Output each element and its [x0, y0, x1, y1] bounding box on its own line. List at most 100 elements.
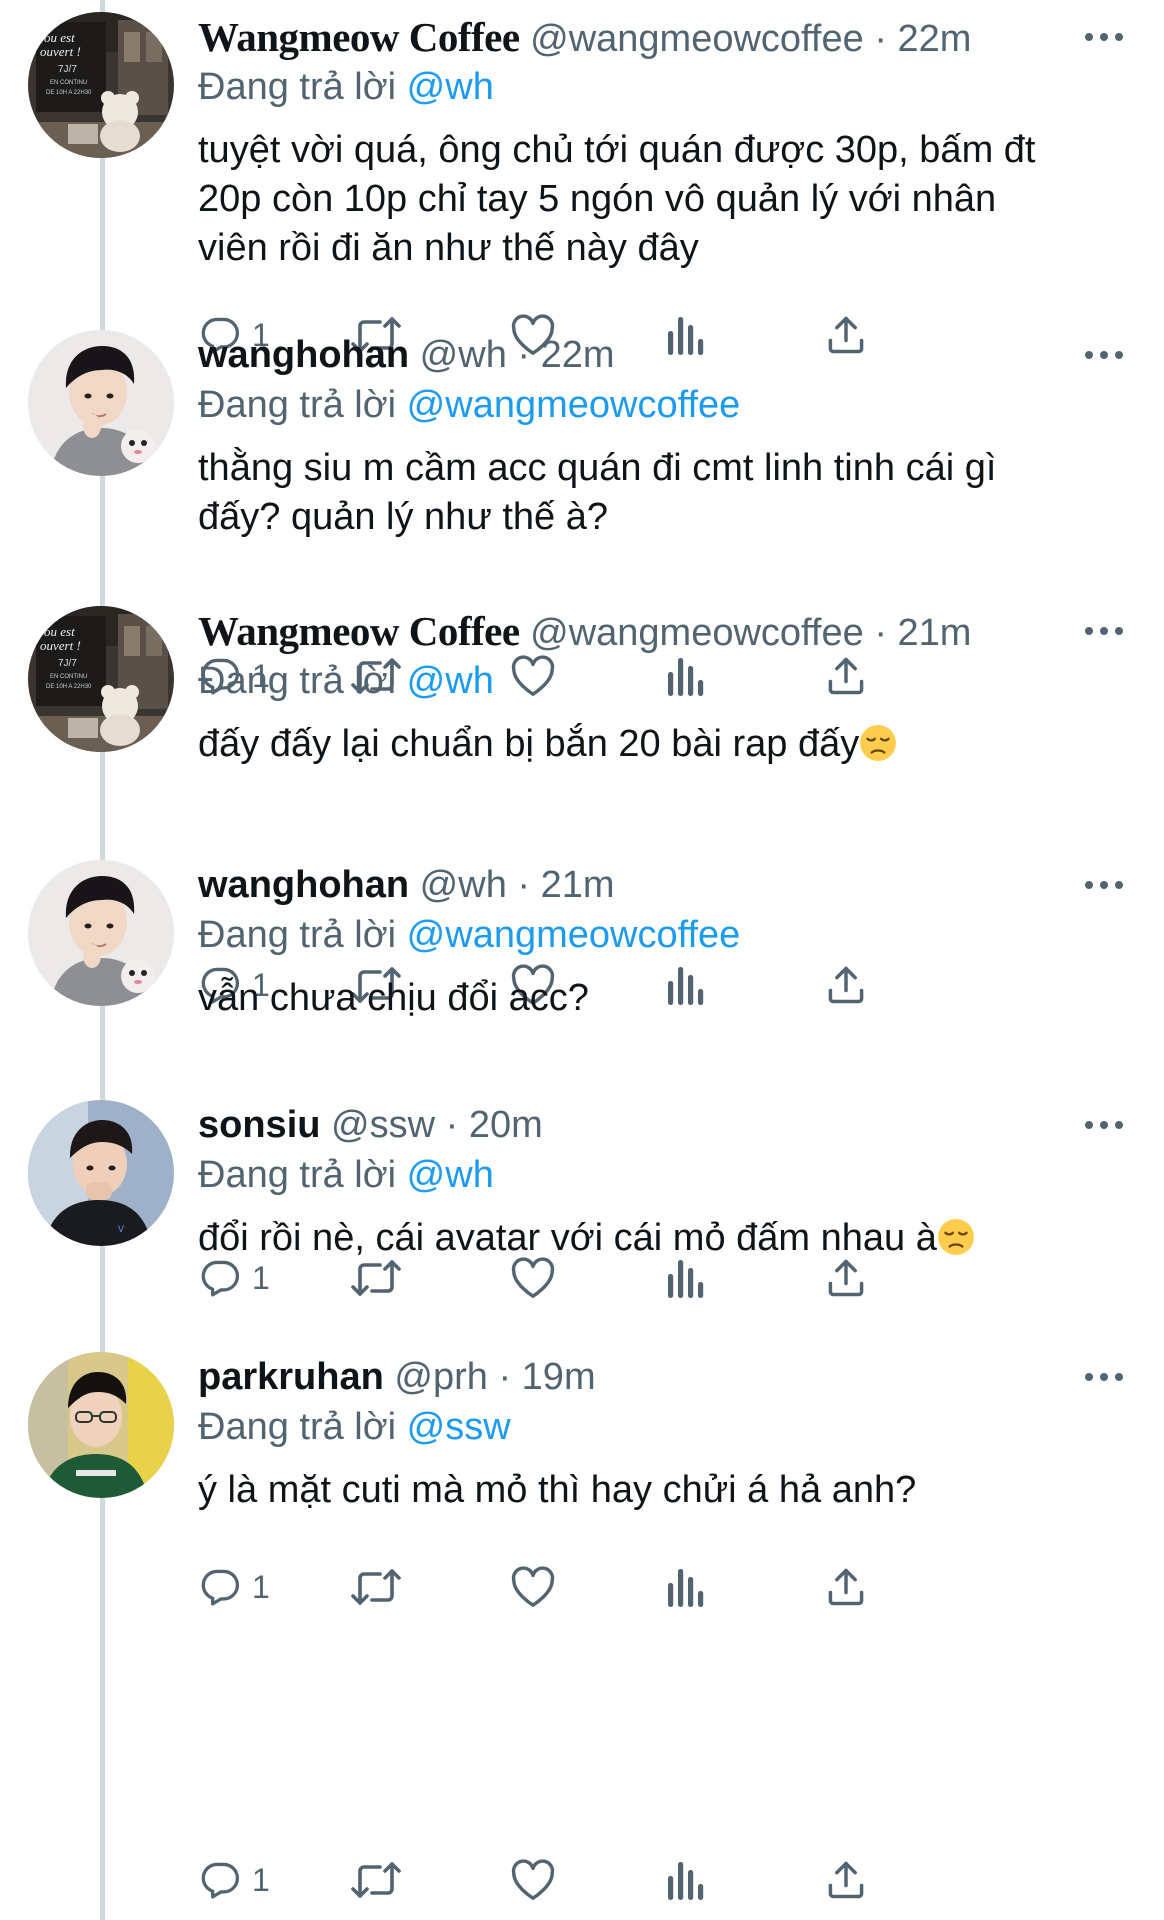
replying-to: Đang trả lời @wangmeowcoffee [198, 910, 1134, 960]
replying-to-label: Đang trả lời [198, 660, 397, 702]
tweet-content: wanghohan @wh · 21m Đang trả lời @wangmeo… [198, 860, 1134, 1023]
tweet-actions: 1 [198, 1850, 1078, 1910]
analytics-icon [666, 1565, 706, 1609]
author-name[interactable]: Wangmeow Coffee [198, 14, 520, 60]
tweet-content: parkruhan @prh · 19m Đang trả lời @ssw ý l… [198, 1352, 1134, 1515]
svg-text:7J/7: 7J/7 [58, 658, 77, 669]
coffee-shop-avatar[interactable]: ou est ouvert ! 7J/7 EN CONTINU DE 10H A 22H… [28, 606, 174, 752]
author-name[interactable]: Wangmeow Coffee [198, 608, 520, 654]
reply-count: 1 [252, 1568, 270, 1605]
replying-to-label: Đang trả lời [198, 1406, 397, 1448]
tweet-header: wanghohan @wh · 21m [198, 860, 1134, 910]
tweet-header: sonsiu @ssw · 20m [198, 1100, 1134, 1150]
replying-to: Đang trả lời @wh [198, 656, 1134, 706]
parkruhan-avatar[interactable] [28, 1352, 174, 1498]
share-button[interactable] [824, 1850, 868, 1910]
share-button[interactable] [824, 1557, 868, 1617]
reply-button[interactable]: 1 [198, 1850, 270, 1910]
tweet-header: wanghohan @wh · 22m [198, 330, 1134, 380]
replying-to-mention[interactable]: @wangmeowcoffee [407, 384, 741, 426]
like-button[interactable] [510, 1557, 556, 1617]
wanghohan-avatar[interactable] [28, 330, 174, 476]
tweet-text: đấy đấy lại chuẩn bị bắn 20 bài rap đấy [198, 720, 1134, 769]
replying-to-label: Đang trả lời [198, 1154, 397, 1196]
timestamp[interactable]: 22m [541, 334, 615, 376]
svg-text:7J/7: 7J/7 [58, 64, 77, 75]
more-icon[interactable] [1074, 330, 1134, 380]
timestamp[interactable]: 21m [541, 864, 615, 906]
reply-icon [198, 1565, 242, 1609]
tweet-content: sonsiu @ssw · 20m Đang trả lời @wh đổi rồi… [198, 1100, 1134, 1263]
replying-to: Đang trả lời @wh [198, 1150, 1134, 1200]
separator-dot: · [874, 612, 887, 654]
reply-button[interactable]: 1 [198, 1557, 270, 1617]
author-handle[interactable]: @wh [420, 334, 507, 376]
svg-text:DE 10H A 22H30: DE 10H A 22H30 [46, 90, 92, 96]
separator-dot: · [498, 1356, 512, 1398]
tweet-text-content: đấy đấy lại chuẩn bị bắn 20 bài rap đấy [198, 723, 860, 765]
author-handle[interactable]: @prh [394, 1356, 488, 1398]
analytics-button[interactable] [666, 1557, 706, 1617]
like-icon [510, 1858, 556, 1902]
tweet-text: ý là mặt cuti mà mỏ thì hay chửi á hả an… [198, 1466, 1134, 1515]
tweet-text: vẫn chưa chịu đổi acc? [198, 974, 1134, 1023]
author-name[interactable]: wanghohan [198, 334, 409, 376]
more-icon[interactable] [1074, 12, 1134, 62]
reply-icon [198, 1858, 242, 1902]
replying-to: Đang trả lời @ssw [198, 1402, 1134, 1452]
svg-text:EN CONTINU: EN CONTINU [50, 80, 87, 86]
replying-to-mention[interactable]: @wh [407, 66, 494, 108]
replying-to-label: Đang trả lời [198, 66, 397, 108]
author-name[interactable]: wanghohan [198, 864, 409, 906]
tweet-text-content: vẫn chưa chịu đổi acc? [198, 977, 589, 1019]
more-icon[interactable] [1074, 1100, 1134, 1150]
author-name[interactable]: parkruhan [198, 1356, 384, 1398]
share-icon [824, 1565, 868, 1609]
wanghohan-avatar[interactable] [28, 860, 174, 1006]
sonsiu-avatar[interactable]: V [28, 1100, 174, 1246]
author-handle[interactable]: @ssw [331, 1104, 435, 1146]
like-button[interactable] [510, 1850, 556, 1910]
tweet-header: Wangmeow Coffee @wangmeowcoffee · 21m [198, 606, 1134, 656]
more-icon[interactable] [1074, 1352, 1134, 1402]
author-handle[interactable]: @wangmeowcoffee [530, 612, 864, 654]
replying-to-mention[interactable]: @wh [407, 1154, 494, 1196]
tweet-text-content: thằng siu m cầm acc quán đi cmt linh tin… [198, 447, 997, 538]
timestamp[interactable]: 22m [898, 18, 972, 60]
reply-count: 1 [252, 1259, 270, 1296]
replying-to-mention[interactable]: @ssw [407, 1406, 511, 1448]
svg-text:DE 10H A 22H30: DE 10H A 22H30 [46, 684, 92, 690]
svg-text:ou est: ou est [44, 624, 75, 639]
tweet-content: wanghohan @wh · 22m Đang trả lời @wangmeo… [198, 330, 1134, 542]
analytics-icon [666, 1858, 706, 1902]
tweet-text-content: đổi rồi nè, cái avatar với cái mỏ đấm nh… [198, 1217, 937, 1259]
retweet-icon [350, 1858, 402, 1902]
timestamp[interactable]: 21m [898, 612, 972, 654]
retweet-button[interactable] [350, 1557, 402, 1617]
timestamp[interactable]: 19m [522, 1356, 596, 1398]
coffee-shop-avatar[interactable]: ou est ouvert ! 7J/7 EN CONTINU DE 10H A 22H… [28, 12, 174, 158]
pensive-face-emoji-icon [937, 1214, 975, 1263]
share-icon [824, 1858, 868, 1902]
more-icon[interactable] [1074, 606, 1134, 656]
svg-text:ouvert !: ouvert ! [40, 44, 81, 59]
author-handle[interactable]: @wangmeowcoffee [530, 18, 864, 60]
author-handle[interactable]: @wh [420, 864, 507, 906]
separator-dot: · [517, 864, 531, 906]
timestamp[interactable]: 20m [469, 1104, 543, 1146]
replying-to-mention[interactable]: @wangmeowcoffee [407, 914, 741, 956]
replying-to: Đang trả lời @wangmeowcoffee [198, 380, 1134, 430]
more-icon[interactable] [1074, 860, 1134, 910]
analytics-button[interactable] [666, 1850, 706, 1910]
tweet-actions: 1 [198, 1557, 1078, 1617]
tweet-content: Wangmeow Coffee @wangmeowcoffee · 22m Đan… [198, 12, 1134, 273]
separator-dot: · [874, 18, 887, 60]
retweet-button[interactable] [350, 1850, 402, 1910]
replying-to-mention[interactable]: @wh [407, 660, 494, 702]
pensive-face-emoji-icon [859, 720, 897, 769]
author-name[interactable]: sonsiu [198, 1104, 320, 1146]
tweet-content: Wangmeow Coffee @wangmeowcoffee · 21m Đan… [198, 606, 1134, 769]
reply-count: 1 [252, 1861, 270, 1898]
svg-text:V: V [118, 1224, 124, 1234]
tweet-text: tuyệt vời quá, ông chủ tới quán được 30p… [198, 126, 1134, 273]
